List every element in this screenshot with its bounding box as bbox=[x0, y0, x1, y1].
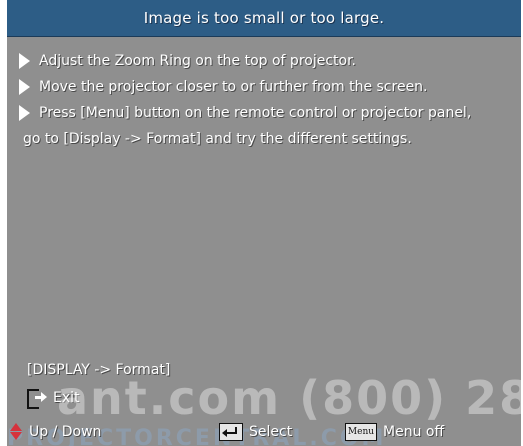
dialog-title-bar: Image is too small or too large. bbox=[7, 0, 521, 37]
help-item-continuation: go to [Display -> Format] and try the di… bbox=[23, 131, 412, 147]
updown-label: Up / Down bbox=[29, 424, 102, 440]
watermark-phone: ant.com (800) 281 bbox=[57, 371, 521, 425]
updown-hint: Up / Down bbox=[9, 423, 101, 441]
select-hint: Select bbox=[219, 423, 292, 441]
osd-help-dialog: Image is too small or too large. Adjust … bbox=[7, 0, 521, 446]
help-item-text: Press [Menu] button on the remote contro… bbox=[39, 105, 472, 121]
menu-key-icon: Menu bbox=[345, 423, 377, 441]
triangle-bullet-icon bbox=[19, 105, 30, 121]
exit-label: Exit bbox=[53, 390, 80, 406]
menu-off-label: Menu off bbox=[383, 424, 445, 440]
help-item-text: Adjust the Zoom Ring on the top of proje… bbox=[39, 53, 357, 69]
help-item: Press [Menu] button on the remote contro… bbox=[19, 100, 514, 126]
help-item-text: Move the projector closer to or further … bbox=[39, 79, 428, 95]
exit-button[interactable]: Exit bbox=[27, 388, 80, 409]
dialog-title: Image is too small or too large. bbox=[143, 9, 385, 27]
help-item: Move the projector closer to or further … bbox=[19, 74, 514, 100]
exit-icon bbox=[27, 388, 47, 409]
menu-off-hint: Menu Menu off bbox=[345, 423, 444, 441]
menu-path-link[interactable]: [DISPLAY -> Format] bbox=[27, 362, 170, 378]
select-label: Select bbox=[249, 424, 293, 440]
up-down-arrow-icon bbox=[9, 423, 23, 441]
triangle-bullet-icon bbox=[19, 79, 30, 95]
enter-key-icon bbox=[219, 423, 243, 441]
triangle-bullet-icon bbox=[19, 53, 30, 69]
help-item: Adjust the Zoom Ring on the top of proje… bbox=[19, 48, 514, 74]
help-content: Adjust the Zoom Ring on the top of proje… bbox=[19, 48, 514, 152]
key-hint-bar: Up / Down Select Menu Menu off bbox=[7, 420, 521, 446]
